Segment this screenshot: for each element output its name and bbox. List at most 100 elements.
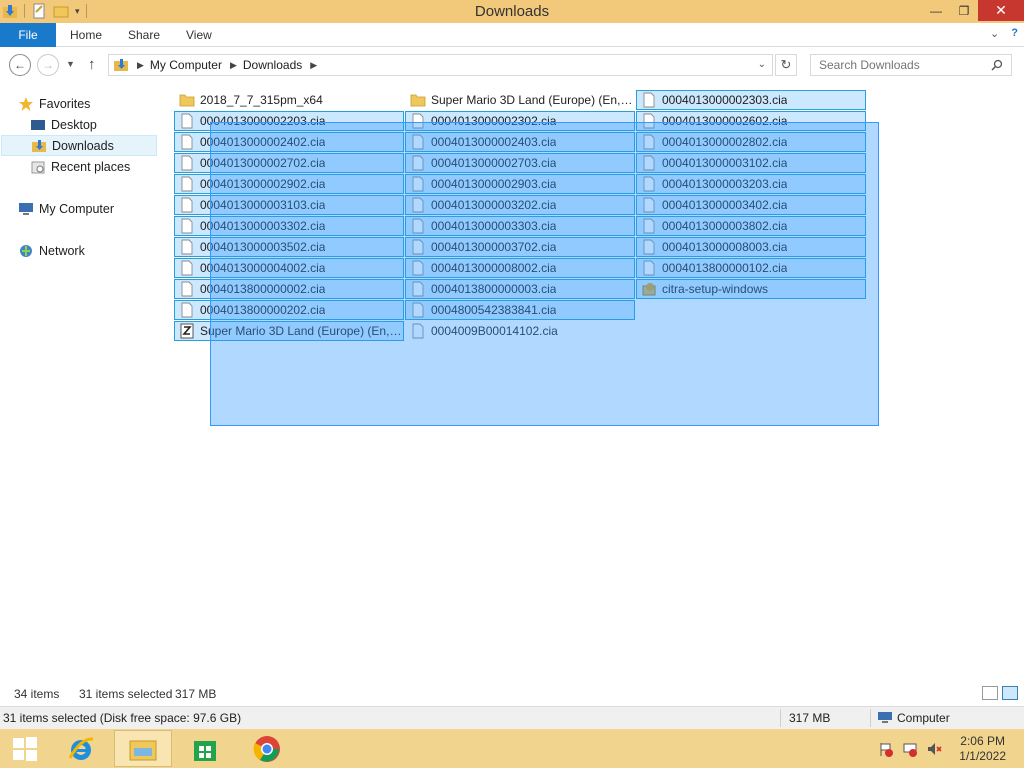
- taskbar-file-explorer[interactable]: [114, 730, 172, 767]
- nav-network[interactable]: Network: [18, 240, 175, 261]
- file-item[interactable]: 0004013000002903.cia: [405, 174, 635, 194]
- file-item[interactable]: 0004013000002802.cia: [636, 132, 866, 152]
- forward-button[interactable]: →: [37, 54, 59, 76]
- file-icon: [181, 218, 193, 234]
- file-item[interactable]: 0004013000003502.cia: [174, 237, 404, 257]
- taskbar-internet-explorer[interactable]: [52, 730, 110, 767]
- title-bar: ▾ Downloads — ❐ ✕: [0, 0, 1024, 23]
- file-item[interactable]: 0004013000002302.cia: [405, 111, 635, 131]
- minimize-button[interactable]: —: [922, 0, 950, 21]
- tab-share[interactable]: Share: [128, 28, 160, 42]
- action-center-flag-icon[interactable]: [878, 741, 894, 757]
- file-item[interactable]: 0004013000003402.cia: [636, 195, 866, 215]
- address-bar[interactable]: ▶ My Computer ▶ Downloads ▶ ⌄: [108, 54, 773, 76]
- file-item[interactable]: 0004013000003202.cia: [405, 195, 635, 215]
- nav-downloads[interactable]: Downloads: [1, 135, 157, 156]
- large-icons-view-icon[interactable]: [1002, 686, 1018, 700]
- expand-ribbon-icon[interactable]: ⌄: [990, 27, 999, 40]
- navigation-pane: Favorites Desktop Downloads Recent place…: [0, 84, 160, 684]
- file-name: 0004013000003702.cia: [431, 240, 557, 254]
- file-item[interactable]: 0004013000002602.cia: [636, 111, 866, 131]
- file-item[interactable]: 0004013000003702.cia: [405, 237, 635, 257]
- file-item[interactable]: Super Mario 3D Land (Europe) (En,Fr...: [174, 321, 404, 341]
- taskbar-chrome[interactable]: [238, 730, 296, 767]
- file-item[interactable]: 0004013000008002.cia: [405, 258, 635, 278]
- restore-button[interactable]: ❐: [950, 0, 978, 21]
- taskbar-store[interactable]: [176, 730, 234, 767]
- file-name: 0004013000002903.cia: [431, 177, 557, 191]
- file-item[interactable]: 0004013000002702.cia: [174, 153, 404, 173]
- file-name: 0004009B00014102.cia: [431, 324, 558, 338]
- file-item[interactable]: 0004013000008003.cia: [636, 237, 866, 257]
- nav-desktop-label: Desktop: [51, 117, 97, 132]
- breadcrumb-downloads[interactable]: Downloads: [243, 58, 302, 72]
- start-button[interactable]: [0, 730, 50, 767]
- file-icon: [412, 260, 424, 276]
- address-dropdown-icon[interactable]: ⌄: [758, 59, 766, 70]
- file-icon: [643, 176, 655, 192]
- downloads-folder-icon: [114, 59, 128, 71]
- file-item[interactable]: 0004800542383841.cia: [405, 300, 635, 320]
- search-icon[interactable]: [991, 59, 1003, 71]
- system-tray: 2:06 PM 1/1/2022: [864, 729, 1024, 768]
- file-item[interactable]: 0004013000002703.cia: [405, 153, 635, 173]
- file-icon: [412, 113, 424, 129]
- nav-desktop[interactable]: Desktop: [30, 114, 157, 135]
- file-name: 2018_7_7_315pm_x64: [200, 93, 323, 107]
- file-item[interactable]: citra-setup-windows: [636, 279, 866, 299]
- file-icon: [181, 113, 193, 129]
- file-item[interactable]: 0004013000002902.cia: [174, 174, 404, 194]
- help-icon[interactable]: ?: [1011, 27, 1018, 40]
- folder-item[interactable]: 2018_7_7_315pm_x64: [174, 90, 404, 110]
- file-item[interactable]: 0004013000003102.cia: [636, 153, 866, 173]
- folder-item[interactable]: Super Mario 3D Land (Europe) (En,Fr...: [405, 90, 635, 110]
- file-item[interactable]: 0004009B00014102.cia: [405, 321, 635, 341]
- details-view-icon[interactable]: [982, 686, 998, 700]
- nav-recent-places[interactable]: Recent places: [30, 156, 157, 177]
- breadcrumb-my-computer[interactable]: My Computer: [150, 58, 222, 72]
- recent-locations-dropdown[interactable]: ▼: [66, 59, 75, 69]
- breadcrumb-arrow-icon[interactable]: ▶: [137, 60, 144, 71]
- clock[interactable]: 2:06 PM 1/1/2022: [959, 734, 1006, 764]
- file-item[interactable]: 0004013800000002.cia: [174, 279, 404, 299]
- folder-icon: [410, 94, 426, 107]
- network-status-icon[interactable]: [902, 741, 918, 757]
- file-list: 2018_7_7_315pm_x64 0004013000002203.cia 00…: [172, 88, 1024, 678]
- file-item[interactable]: 0004013000003302.cia: [174, 216, 404, 236]
- network-icon: [20, 244, 32, 257]
- breadcrumb-arrow-icon[interactable]: ▶: [230, 60, 237, 71]
- file-item[interactable]: 0004013000002403.cia: [405, 132, 635, 152]
- search-input[interactable]: [810, 54, 1012, 76]
- tab-file[interactable]: File: [0, 23, 56, 47]
- file-item[interactable]: 0004013000004002.cia: [174, 258, 404, 278]
- tab-home[interactable]: Home: [70, 28, 102, 42]
- installer-icon: [642, 283, 656, 296]
- close-button[interactable]: ✕: [978, 0, 1024, 21]
- file-name: 0004013800000003.cia: [431, 282, 557, 296]
- file-icon: [181, 239, 193, 255]
- file-item[interactable]: 0004013000002303.cia: [636, 90, 866, 110]
- file-item[interactable]: 0004013800000102.cia: [636, 258, 866, 278]
- file-name: Super Mario 3D Land (Europe) (En,Fr...: [431, 93, 634, 107]
- nav-favorites[interactable]: Favorites: [18, 93, 175, 114]
- star-icon: [19, 96, 33, 111]
- file-item[interactable]: 0004013000002203.cia: [174, 111, 404, 131]
- nav-my-computer[interactable]: My Computer: [18, 198, 175, 219]
- refresh-button[interactable]: ↻: [775, 54, 797, 76]
- file-item[interactable]: 0004013000003303.cia: [405, 216, 635, 236]
- nav-network-label: Network: [39, 243, 85, 258]
- file-item[interactable]: 0004013800000003.cia: [405, 279, 635, 299]
- file-item[interactable]: 0004013000003103.cia: [174, 195, 404, 215]
- file-name: 0004013000003102.cia: [662, 156, 788, 170]
- file-item[interactable]: 0004013000003203.cia: [636, 174, 866, 194]
- up-button[interactable]: ↑: [88, 56, 96, 73]
- tab-view[interactable]: View: [186, 28, 212, 42]
- divider: [870, 709, 871, 727]
- file-icon: [643, 155, 655, 171]
- breadcrumb-arrow-icon[interactable]: ▶: [310, 60, 317, 71]
- volume-muted-icon[interactable]: [926, 741, 942, 757]
- file-item[interactable]: 0004013800000202.cia: [174, 300, 404, 320]
- back-button[interactable]: ←: [9, 54, 31, 76]
- file-item[interactable]: 0004013000003802.cia: [636, 216, 866, 236]
- file-item[interactable]: 0004013000002402.cia: [174, 132, 404, 152]
